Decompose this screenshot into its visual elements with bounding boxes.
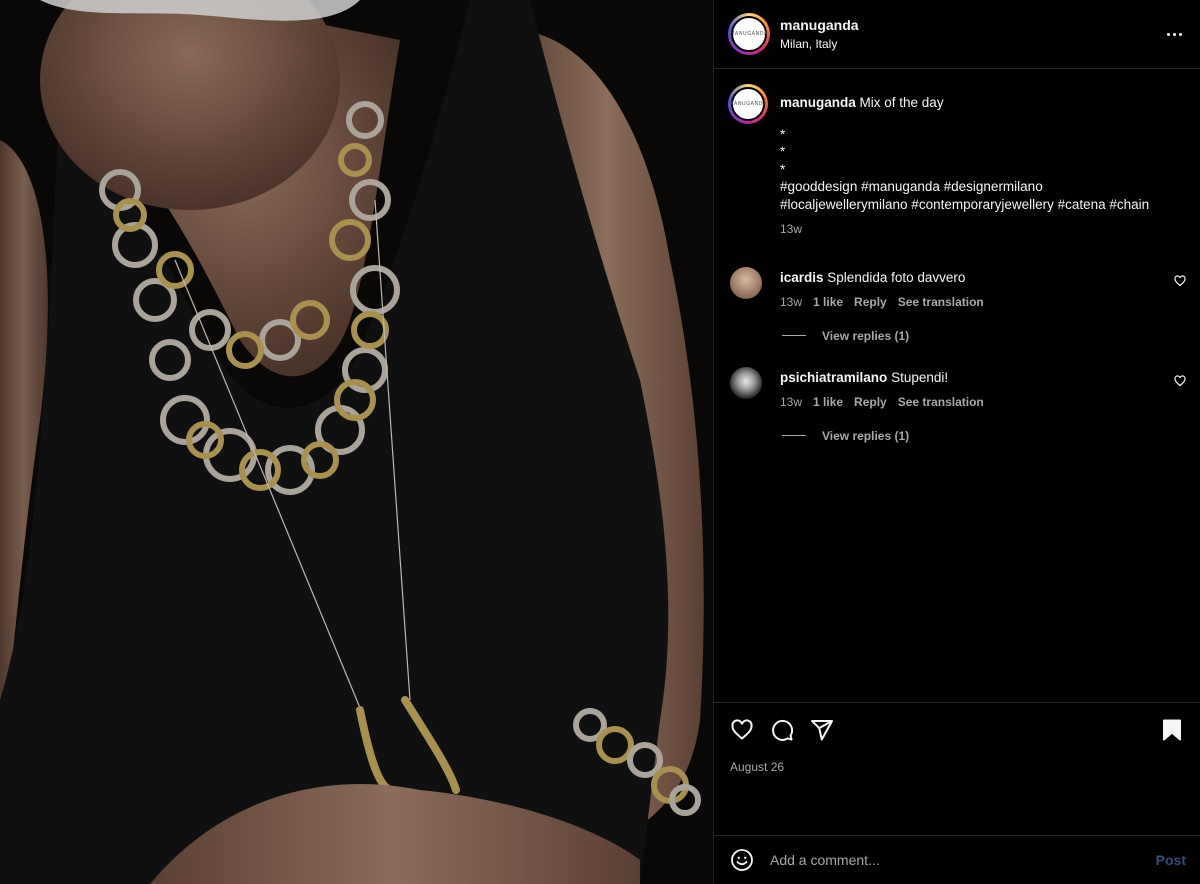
- caption-star: *: [780, 161, 786, 177]
- author-info: manuganda Milan, Italy: [780, 17, 859, 51]
- view-replies-label: View replies (1): [822, 328, 910, 343]
- post-photo[interactable]: [0, 0, 713, 884]
- heart-icon[interactable]: [730, 718, 754, 742]
- comment-body: icardis Splendida foto davvero 13w 1 lik…: [780, 267, 984, 311]
- comment-body: psichiatramilano Stupendi! 13w 1 like Re…: [780, 367, 984, 411]
- caption-title: Mix of the day: [859, 95, 944, 110]
- comment-icon[interactable]: [770, 718, 794, 742]
- replies-divider: [782, 335, 806, 336]
- comment-text: Splendida foto davvero: [827, 269, 966, 285]
- caption-star: *: [780, 144, 786, 159]
- caption-time[interactable]: 13w: [780, 221, 1180, 239]
- comment-username[interactable]: icardis: [780, 270, 824, 285]
- comment-time[interactable]: 13w: [780, 394, 802, 411]
- see-translation-button[interactable]: See translation: [898, 294, 984, 311]
- share-icon[interactable]: [810, 718, 834, 742]
- post-header: MANUGANDA manuganda Milan, Italy: [714, 0, 1200, 69]
- caption-star: *: [780, 126, 786, 142]
- add-comment-bar: Post: [714, 835, 1200, 884]
- emoji-icon[interactable]: [730, 848, 754, 872]
- comment-time[interactable]: 13w: [780, 294, 802, 311]
- replies-divider: [782, 435, 806, 436]
- caption-hashtags[interactable]: #localjewellerymilano #contemporaryjewel…: [780, 196, 1180, 214]
- comment-username[interactable]: psichiatramilano: [780, 370, 887, 385]
- view-replies-label: View replies (1): [822, 428, 910, 443]
- see-translation-button[interactable]: See translation: [898, 394, 984, 411]
- post-date[interactable]: August 26: [730, 760, 1184, 774]
- comment-heart-icon[interactable]: [1174, 274, 1186, 287]
- comment-heart-icon[interactable]: [1174, 374, 1186, 387]
- comment-text: Stupendi!: [891, 369, 949, 385]
- caption-text: manuganda Mix of the day * * * #gooddesi…: [780, 84, 1180, 239]
- commenter-avatar[interactable]: [730, 266, 762, 299]
- caption-avatar[interactable]: MANUGANDA: [728, 84, 768, 124]
- view-replies-button[interactable]: View replies (1): [782, 429, 1200, 443]
- bookmark-icon[interactable]: [1160, 718, 1184, 742]
- post-comment-button[interactable]: Post: [1156, 852, 1186, 868]
- action-bar: [730, 718, 1184, 742]
- comment-item: icardis Splendida foto davvero 13w 1 lik…: [714, 266, 1200, 311]
- comment-likes[interactable]: 1 like: [813, 294, 843, 311]
- comment-meta: 13w 1 like Reply See translation: [780, 294, 984, 311]
- photo-illustration: [0, 0, 713, 884]
- author-avatar[interactable]: MANUGANDA: [728, 13, 770, 55]
- caption-username[interactable]: manuganda: [780, 95, 856, 110]
- post-actions: August 26: [714, 702, 1200, 835]
- view-replies-button[interactable]: View replies (1): [782, 329, 1200, 343]
- post-details-panel: MANUGANDA manuganda Milan, Italy MANUGAN…: [713, 0, 1200, 884]
- commenter-avatar[interactable]: [730, 366, 762, 399]
- post-caption: MANUGANDA manuganda Mix of the day * * *…: [714, 70, 1200, 239]
- caption-hashtags[interactable]: #gooddesign #manuganda #designermilano: [780, 178, 1180, 196]
- reply-button[interactable]: Reply: [854, 394, 887, 411]
- author-avatar-logo: MANUGANDA: [730, 16, 767, 52]
- reply-button[interactable]: Reply: [854, 294, 887, 311]
- comment-input[interactable]: [770, 852, 1156, 868]
- comment-meta: 13w 1 like Reply See translation: [780, 394, 984, 411]
- comment-item: psichiatramilano Stupendi! 13w 1 like Re…: [714, 366, 1200, 411]
- comment-likes[interactable]: 1 like: [813, 394, 843, 411]
- author-username[interactable]: manuganda: [780, 17, 859, 33]
- comments-section[interactable]: MANUGANDA manuganda Mix of the day * * *…: [714, 70, 1200, 751]
- post-location[interactable]: Milan, Italy: [780, 37, 859, 51]
- caption-avatar-logo: MANUGANDA: [729, 87, 766, 121]
- more-options-icon[interactable]: [1164, 24, 1184, 44]
